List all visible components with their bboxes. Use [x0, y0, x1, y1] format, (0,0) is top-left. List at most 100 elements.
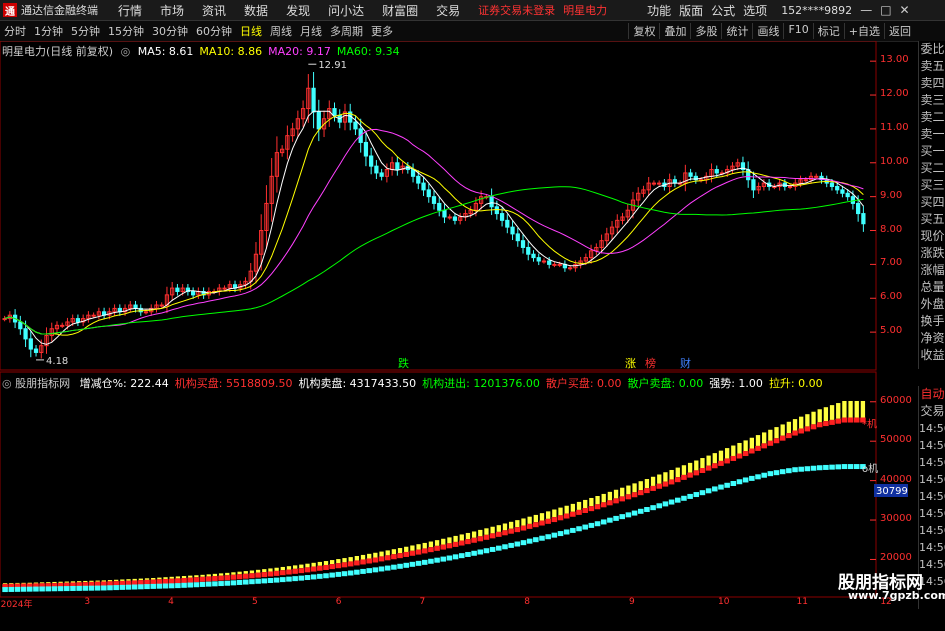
quote-label-3[interactable]: 卖三: [919, 92, 945, 109]
ind-label-4: 60000: [880, 394, 912, 406]
ji-marker-1: *机: [862, 418, 877, 431]
quote-label-6[interactable]: 买一: [919, 143, 945, 160]
candle: [787, 185, 793, 188]
toolbar-button-2[interactable]: 多股: [690, 23, 721, 39]
period-tab-10[interactable]: 更多: [367, 23, 397, 39]
period-tab-0[interactable]: 分时: [0, 23, 30, 39]
quote-label-8[interactable]: 买三: [919, 177, 945, 194]
right-menu-item-0[interactable]: 功能: [647, 2, 671, 19]
quote-label-15[interactable]: 外盘: [919, 296, 945, 313]
x-tick-label-1: 3: [84, 597, 91, 607]
period-tab-8[interactable]: 月线: [296, 23, 326, 39]
candle: [814, 175, 819, 178]
quote-label-9[interactable]: 买四: [919, 194, 945, 211]
x-tick-label-6: 8: [524, 597, 530, 607]
menu-item-6[interactable]: 财富圈: [382, 2, 418, 19]
quote-label-10[interactable]: 买五: [919, 211, 945, 228]
event-marker-2[interactable]: 榜: [645, 356, 656, 370]
stock-chart[interactable]: *机 o机 30799 12.91 4.18 跌 涨榜 财: [0, 41, 918, 631]
x-tick-label-7: 9: [628, 597, 635, 607]
quote-label-4[interactable]: 卖二: [919, 109, 945, 126]
user-account[interactable]: 152****9892: [781, 4, 852, 17]
menu-item-5[interactable]: 问小达: [328, 2, 364, 19]
quote-label-2[interactable]: 卖四: [919, 75, 945, 92]
candle: [547, 260, 552, 265]
quote-label-12[interactable]: 涨跌: [919, 245, 945, 262]
period-tab-4[interactable]: 30分钟: [148, 23, 192, 39]
quote-label-7[interactable]: 买二: [919, 160, 945, 177]
candle: [28, 338, 33, 350]
toolbar-button-6[interactable]: 标记: [812, 23, 844, 39]
price-label-6: 11.00: [880, 121, 909, 133]
right-menu-item-3[interactable]: 选项: [743, 2, 767, 19]
toolbar-button-1[interactable]: 叠加: [659, 23, 690, 39]
candle: [410, 169, 416, 177]
price-label-1: 6.00: [880, 291, 903, 303]
menu-item-0[interactable]: 行情: [118, 2, 142, 19]
toolbar-button-4[interactable]: 画线: [752, 23, 783, 39]
event-marker-3[interactable]: 财: [680, 356, 691, 370]
candle: [856, 202, 861, 215]
period-tab-1[interactable]: 1分钟: [30, 23, 67, 39]
candle: [489, 196, 494, 208]
minimize-icon[interactable]: —: [860, 3, 872, 17]
candle: [526, 246, 531, 255]
quote-label-16[interactable]: 换手: [919, 313, 945, 330]
toolbar-button-0[interactable]: 复权: [628, 23, 659, 39]
candle: [191, 290, 196, 296]
price-label-8: 13.00: [880, 54, 909, 66]
candle: [143, 311, 149, 314]
maximize-icon[interactable]: □: [880, 3, 891, 17]
quote-label-17[interactable]: 净资: [919, 330, 945, 347]
toolbar-button-3[interactable]: 统计: [721, 23, 752, 39]
menu-item-3[interactable]: 数据: [244, 2, 268, 19]
candle: [369, 155, 374, 167]
candle: [829, 182, 835, 187]
candle: [510, 226, 515, 235]
candle: [568, 267, 573, 270]
candle: [531, 253, 536, 259]
menu-item-1[interactable]: 市场: [160, 2, 184, 19]
menu-item-7[interactable]: 交易: [436, 2, 460, 19]
candle: [23, 328, 28, 340]
candle: [861, 213, 866, 225]
candle: [426, 189, 431, 198]
menu-item-4[interactable]: 发现: [286, 2, 310, 19]
event-marker-1[interactable]: 涨: [625, 357, 636, 370]
trade-label-1[interactable]: 交易: [919, 403, 945, 420]
ma-line-MA10: [4, 112, 864, 336]
ma-line-MA20: [4, 128, 864, 335]
close-icon[interactable]: ✕: [900, 3, 910, 17]
toolbar-button-5[interactable]: F10: [783, 23, 812, 39]
period-tab-7[interactable]: 周线: [266, 23, 296, 39]
quote-panel: 委比 卖五 卖四 卖三 卖二 卖一 买一 买二 买三 买四 买五 现价 涨跌 涨幅 总量 外盘 换手 净资 收益: [918, 41, 945, 369]
period-tab-9[interactable]: 多周期: [326, 23, 367, 39]
right-menu-item-2[interactable]: 公式: [711, 2, 735, 19]
period-tab-5[interactable]: 60分钟: [192, 23, 236, 39]
quote-label-0[interactable]: 委比: [919, 41, 945, 58]
candle: [316, 111, 321, 130]
quote-label-14[interactable]: 总量: [919, 279, 945, 296]
right-menu-item-1[interactable]: 版面: [679, 2, 703, 19]
trade-label-0[interactable]: 自动: [919, 386, 945, 403]
period-tab-3[interactable]: 15分钟: [104, 23, 148, 39]
period-tab-6[interactable]: 日线: [236, 23, 266, 39]
quote-label-18[interactable]: 收益: [919, 347, 945, 364]
ind-label-1: 30000: [880, 513, 912, 525]
toolbar-button-7[interactable]: +自选: [843, 23, 884, 39]
x-tick-label-4: 6: [335, 597, 342, 607]
candle: [515, 233, 520, 242]
event-marker-0[interactable]: 跌: [398, 356, 409, 370]
quote-label-13[interactable]: 涨幅: [919, 262, 945, 279]
quote-label-5[interactable]: 卖一: [919, 126, 945, 143]
candle: [452, 216, 458, 221]
toolbar-button-8[interactable]: 返回: [884, 23, 915, 39]
candle: [60, 324, 65, 327]
time-label-2: 14:56: [919, 456, 945, 469]
quote-label-11[interactable]: 现价: [919, 228, 945, 245]
menu-item-2[interactable]: 资讯: [202, 2, 226, 19]
login-warning[interactable]: 证券交易未登录: [478, 2, 555, 18]
candle: [552, 263, 557, 266]
period-tab-2[interactable]: 5分钟: [67, 23, 104, 39]
quote-label-1[interactable]: 卖五: [919, 58, 945, 75]
